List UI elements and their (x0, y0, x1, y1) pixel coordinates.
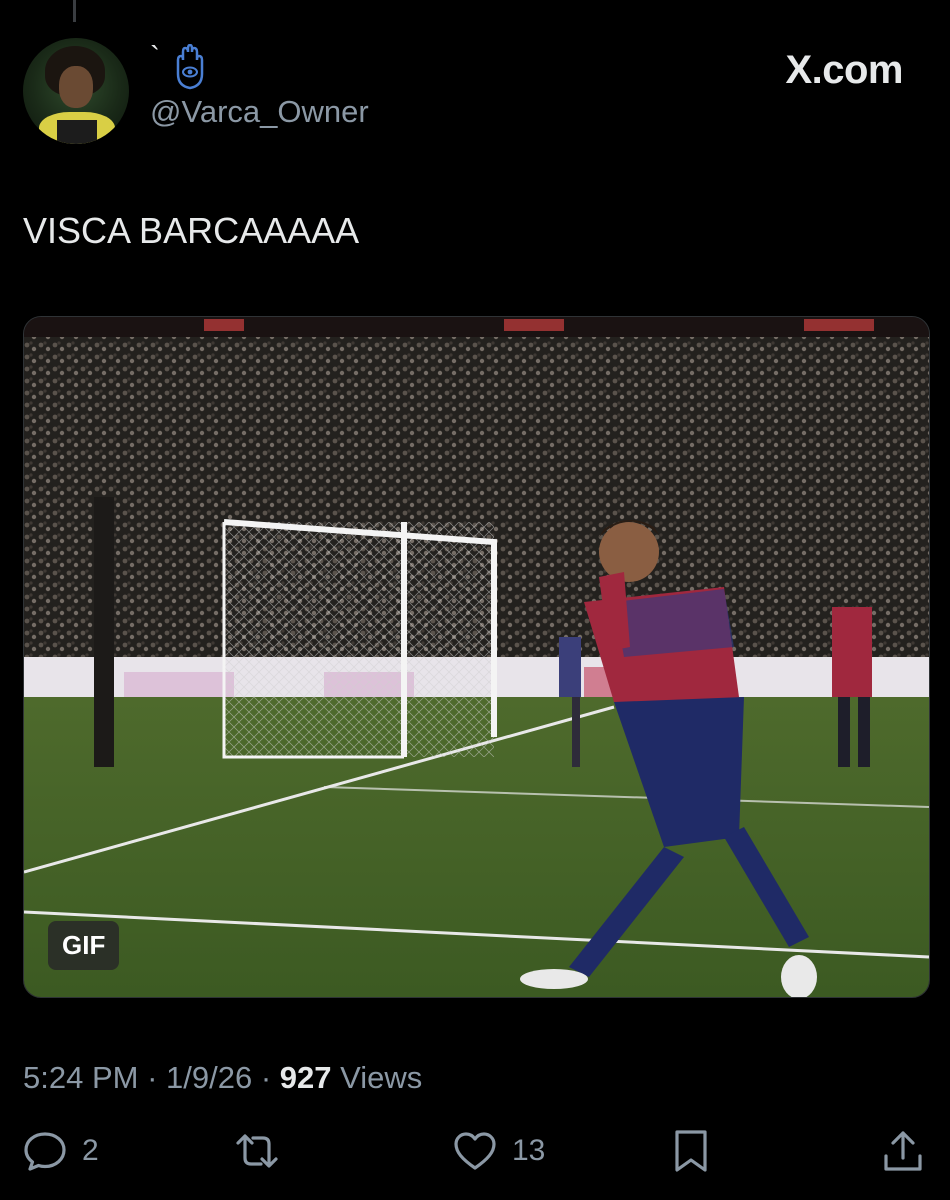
tweet-date[interactable]: 1/9/26 (166, 1060, 252, 1095)
tweet-meta: 5:24 PM · 1/9/26 · 927 Views (23, 1060, 422, 1096)
display-name-row[interactable]: ` (150, 43, 210, 94)
gif-badge[interactable]: GIF (48, 921, 120, 970)
user-handle[interactable]: @Varca_Owner (150, 94, 369, 130)
views-count[interactable]: 927 (280, 1060, 332, 1095)
like-count: 13 (512, 1134, 546, 1167)
display-name[interactable]: ` (150, 43, 160, 73)
tweet-text: VISCA BARCAAAAA (23, 210, 360, 251)
reply-icon (24, 1132, 66, 1171)
reply-count: 2 (82, 1134, 99, 1167)
like-button[interactable]: 13 (452, 1128, 545, 1174)
views-label[interactable]: Views (332, 1060, 422, 1095)
tweet-time[interactable]: 5:24 PM (23, 1060, 138, 1095)
action-bar: 2 13 (0, 1128, 950, 1188)
meta-separator: · (138, 1060, 167, 1095)
gif-frame-illustration (24, 317, 929, 997)
bookmark-button[interactable] (668, 1128, 714, 1174)
reply-button[interactable]: 2 (22, 1128, 99, 1174)
heart-icon (454, 1132, 496, 1170)
brand-label: X.com (785, 48, 903, 92)
thread-connector-line (73, 0, 76, 22)
meta-separator: · (252, 1060, 280, 1095)
retweet-button[interactable] (234, 1128, 294, 1174)
retweet-icon (236, 1134, 278, 1168)
hamsa-icon (176, 44, 204, 90)
bookmark-icon (675, 1130, 707, 1172)
tweet-media-gif[interactable]: GIF (23, 316, 930, 998)
avatar[interactable] (23, 38, 129, 144)
share-icon (884, 1131, 922, 1171)
share-button[interactable] (880, 1128, 926, 1174)
